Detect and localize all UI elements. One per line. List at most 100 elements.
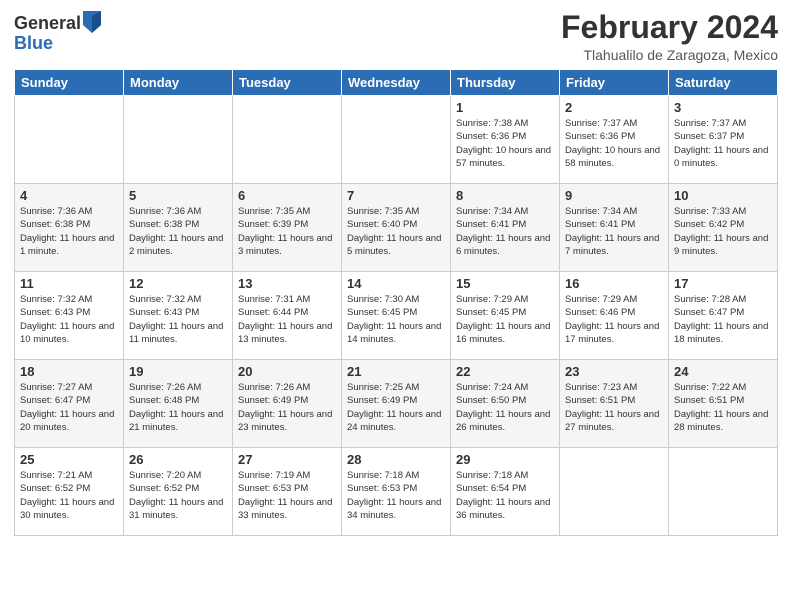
day-info: Sunrise: 7:21 AMSunset: 6:52 PMDaylight:… bbox=[20, 469, 118, 522]
title-block: February 2024 Tlahualilo de Zaragoza, Me… bbox=[561, 10, 778, 63]
day-number: 15 bbox=[456, 276, 554, 291]
table-row: 3Sunrise: 7:37 AMSunset: 6:37 PMDaylight… bbox=[669, 96, 778, 184]
day-info: Sunrise: 7:38 AMSunset: 6:36 PMDaylight:… bbox=[456, 117, 554, 170]
day-number: 12 bbox=[129, 276, 227, 291]
table-row: 23 Sunrise: 7:23 AMSunset: 6:51 PMDayligh… bbox=[560, 360, 669, 448]
day-info: Sunrise: 7:26 AMSunset: 6:49 PMDaylight:… bbox=[238, 381, 336, 434]
table-row: 28Sunrise: 7:18 AMSunset: 6:53 PMDayligh… bbox=[342, 448, 451, 536]
day-number: 29 bbox=[456, 452, 554, 467]
calendar-week-row: 4Sunrise: 7:36 AMSunset: 6:38 PMDaylight… bbox=[15, 184, 778, 272]
table-row bbox=[669, 448, 778, 536]
table-row: 12 Sunrise: 7:32 AMSunset: 6:43 PMDayligh… bbox=[124, 272, 233, 360]
day-number: 27 bbox=[238, 452, 336, 467]
day-number: 7 bbox=[347, 188, 445, 203]
header-wednesday: Wednesday bbox=[342, 70, 451, 96]
header-thursday: Thursday bbox=[451, 70, 560, 96]
day-number: 5 bbox=[129, 188, 227, 203]
day-number: 25 bbox=[20, 452, 118, 467]
table-row: 9 Sunrise: 7:34 AMSunset: 6:41 PMDaylight… bbox=[560, 184, 669, 272]
day-info: Sunrise: 7:28 AMSunset: 6:47 PMDaylight:… bbox=[674, 293, 772, 346]
day-number: 8 bbox=[456, 188, 554, 203]
table-row bbox=[233, 96, 342, 184]
logo-icon bbox=[83, 11, 101, 33]
table-row: 20 Sunrise: 7:26 AMSunset: 6:49 PMDayligh… bbox=[233, 360, 342, 448]
table-row bbox=[124, 96, 233, 184]
day-number: 11 bbox=[20, 276, 118, 291]
day-info: Sunrise: 7:30 AMSunset: 6:45 PMDaylight:… bbox=[347, 293, 445, 346]
day-info: Sunrise: 7:35 AMSunset: 6:39 PMDaylight:… bbox=[238, 205, 336, 258]
table-row bbox=[342, 96, 451, 184]
calendar-week-row: 18Sunrise: 7:27 AMSunset: 6:47 PMDayligh… bbox=[15, 360, 778, 448]
location: Tlahualilo de Zaragoza, Mexico bbox=[561, 47, 778, 63]
day-info: Sunrise: 7:34 AMSunset: 6:41 PMDaylight:… bbox=[456, 205, 554, 258]
logo-blue-text: Blue bbox=[14, 34, 101, 54]
day-info: Sunrise: 7:23 AMSunset: 6:51 PMDaylight:… bbox=[565, 381, 663, 434]
day-info: Sunrise: 7:34 AMSunset: 6:41 PMDaylight:… bbox=[565, 205, 663, 258]
day-info: Sunrise: 7:32 AMSunset: 6:43 PMDaylight:… bbox=[129, 293, 227, 346]
calendar-page: General Blue February 2024 Tlahualilo de… bbox=[0, 0, 792, 612]
day-number: 6 bbox=[238, 188, 336, 203]
table-row: 17 Sunrise: 7:28 AMSunset: 6:47 PMDayligh… bbox=[669, 272, 778, 360]
day-info: Sunrise: 7:36 AMSunset: 6:38 PMDaylight:… bbox=[129, 205, 227, 258]
day-number: 9 bbox=[565, 188, 663, 203]
table-row: 26 Sunrise: 7:20 AMSunset: 6:52 PMDayligh… bbox=[124, 448, 233, 536]
table-row: 10 Sunrise: 7:33 AMSunset: 6:42 PMDayligh… bbox=[669, 184, 778, 272]
table-row: 18Sunrise: 7:27 AMSunset: 6:47 PMDayligh… bbox=[15, 360, 124, 448]
day-number: 28 bbox=[347, 452, 445, 467]
table-row: 1 Sunrise: 7:38 AMSunset: 6:36 PMDaylight… bbox=[451, 96, 560, 184]
header-friday: Friday bbox=[560, 70, 669, 96]
table-row: 22 Sunrise: 7:24 AMSunset: 6:50 PMDayligh… bbox=[451, 360, 560, 448]
header-tuesday: Tuesday bbox=[233, 70, 342, 96]
day-number: 21 bbox=[347, 364, 445, 379]
day-number: 24 bbox=[674, 364, 772, 379]
table-row: 8 Sunrise: 7:34 AMSunset: 6:41 PMDaylight… bbox=[451, 184, 560, 272]
day-number: 16 bbox=[565, 276, 663, 291]
table-row: 14 Sunrise: 7:30 AMSunset: 6:45 PMDayligh… bbox=[342, 272, 451, 360]
day-number: 13 bbox=[238, 276, 336, 291]
day-info: Sunrise: 7:29 AMSunset: 6:46 PMDaylight:… bbox=[565, 293, 663, 346]
header-saturday: Saturday bbox=[669, 70, 778, 96]
day-info: Sunrise: 7:33 AMSunset: 6:42 PMDaylight:… bbox=[674, 205, 772, 258]
day-number: 22 bbox=[456, 364, 554, 379]
day-number: 3 bbox=[674, 100, 772, 115]
day-number: 2 bbox=[565, 100, 663, 115]
table-row: 25 Sunrise: 7:21 AMSunset: 6:52 PMDayligh… bbox=[15, 448, 124, 536]
header-monday: Monday bbox=[124, 70, 233, 96]
table-row: 6 Sunrise: 7:35 AMSunset: 6:39 PMDaylight… bbox=[233, 184, 342, 272]
day-info: Sunrise: 7:22 AMSunset: 6:51 PMDaylight:… bbox=[674, 381, 772, 434]
logo: General Blue bbox=[14, 14, 101, 54]
day-info: Sunrise: 7:29 AMSunset: 6:45 PMDaylight:… bbox=[456, 293, 554, 346]
day-info: Sunrise: 7:20 AMSunset: 6:52 PMDaylight:… bbox=[129, 469, 227, 522]
day-number: 20 bbox=[238, 364, 336, 379]
table-row: 7 Sunrise: 7:35 AMSunset: 6:40 PMDaylight… bbox=[342, 184, 451, 272]
day-number: 26 bbox=[129, 452, 227, 467]
table-row: 27 Sunrise: 7:19 AMSunset: 6:53 PMDayligh… bbox=[233, 448, 342, 536]
table-row: 24 Sunrise: 7:22 AMSunset: 6:51 PMDayligh… bbox=[669, 360, 778, 448]
calendar-week-row: 25 Sunrise: 7:21 AMSunset: 6:52 PMDayligh… bbox=[15, 448, 778, 536]
day-number: 17 bbox=[674, 276, 772, 291]
table-row: 19 Sunrise: 7:26 AMSunset: 6:48 PMDayligh… bbox=[124, 360, 233, 448]
table-row: 21 Sunrise: 7:25 AMSunset: 6:49 PMDayligh… bbox=[342, 360, 451, 448]
month-title: February 2024 bbox=[561, 10, 778, 45]
day-number: 1 bbox=[456, 100, 554, 115]
table-row: 2 Sunrise: 7:37 AMSunset: 6:36 PMDaylight… bbox=[560, 96, 669, 184]
day-info: Sunrise: 7:19 AMSunset: 6:53 PMDaylight:… bbox=[238, 469, 336, 522]
day-info: Sunrise: 7:32 AMSunset: 6:43 PMDaylight:… bbox=[20, 293, 118, 346]
day-number: 23 bbox=[565, 364, 663, 379]
day-info: Sunrise: 7:37 AMSunset: 6:36 PMDaylight:… bbox=[565, 117, 663, 170]
day-info: Sunrise: 7:35 AMSunset: 6:40 PMDaylight:… bbox=[347, 205, 445, 258]
day-number: 19 bbox=[129, 364, 227, 379]
table-row: 5 Sunrise: 7:36 AMSunset: 6:38 PMDaylight… bbox=[124, 184, 233, 272]
day-info: Sunrise: 7:31 AMSunset: 6:44 PMDaylight:… bbox=[238, 293, 336, 346]
table-row: 15 Sunrise: 7:29 AMSunset: 6:45 PMDayligh… bbox=[451, 272, 560, 360]
header: General Blue February 2024 Tlahualilo de… bbox=[14, 10, 778, 63]
table-row: 4Sunrise: 7:36 AMSunset: 6:38 PMDaylight… bbox=[15, 184, 124, 272]
day-info: Sunrise: 7:25 AMSunset: 6:49 PMDaylight:… bbox=[347, 381, 445, 434]
day-info: Sunrise: 7:24 AMSunset: 6:50 PMDaylight:… bbox=[456, 381, 554, 434]
header-sunday: Sunday bbox=[15, 70, 124, 96]
day-info: Sunrise: 7:26 AMSunset: 6:48 PMDaylight:… bbox=[129, 381, 227, 434]
logo-general-text: General bbox=[14, 14, 81, 34]
day-info: Sunrise: 7:18 AMSunset: 6:54 PMDaylight:… bbox=[456, 469, 554, 522]
day-number: 10 bbox=[674, 188, 772, 203]
day-number: 14 bbox=[347, 276, 445, 291]
